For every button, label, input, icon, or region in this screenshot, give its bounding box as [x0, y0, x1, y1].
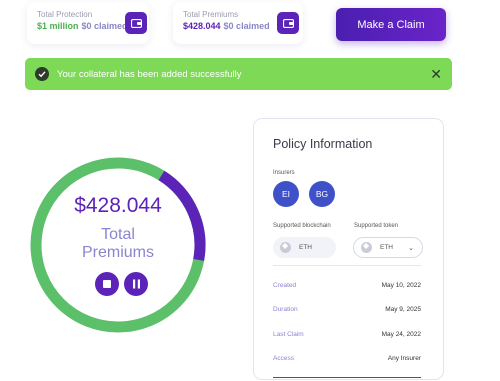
wallet-icon: [277, 12, 299, 34]
insurers-label: Insurers: [273, 170, 295, 176]
token-value: ETH: [380, 244, 393, 251]
token-select[interactable]: ETH ⌄: [353, 237, 423, 258]
policy-information-card: Policy Information Insurers EI BG Suppor…: [253, 118, 444, 380]
ethereum-icon: [361, 241, 372, 253]
insurer-avatar-bg[interactable]: BG: [309, 181, 335, 207]
total-protection-label: Total Protection: [37, 10, 93, 19]
premium-progress-ring: $428.044 Total Premiums: [27, 154, 209, 336]
check-circle-icon: [35, 67, 49, 81]
blockchain-label: Supported blockchain: [273, 223, 331, 229]
premium-label-line2: Premiums: [81, 244, 154, 261]
wallet-icon: [125, 12, 147, 34]
make-claim-button[interactable]: Make a Claim: [336, 8, 446, 41]
last-claim-label: Last Claim: [273, 331, 304, 338]
duration-label: Duration: [273, 306, 298, 313]
total-premiums-card: Total Premiums $428.044 $0 claimed: [173, 2, 303, 44]
access-value: Any Insurer: [387, 355, 421, 362]
last-claim-value: May 24, 2022: [381, 331, 421, 338]
total-protection-claimed: $0 claimed: [81, 21, 128, 31]
alert-message: Your collateral has been added successfu…: [57, 68, 242, 80]
premium-amount: $428.044: [74, 194, 162, 217]
ethereum-icon: [280, 241, 291, 253]
pause-button[interactable]: [124, 272, 148, 296]
total-premiums-value: $428.044: [183, 21, 221, 31]
created-value: May 10, 2022: [381, 282, 421, 289]
premium-label-line1: Total: [101, 226, 135, 243]
stop-button[interactable]: [95, 272, 119, 296]
total-protection-value: $1 million: [37, 21, 79, 31]
access-label: Access: [273, 355, 294, 362]
duration-value: May 9, 2025: [385, 306, 421, 313]
total-protection-values: $1 million $0 claimed: [37, 21, 139, 31]
premium-label: Total Premiums: [27, 226, 209, 262]
policy-title: Policy Information: [273, 137, 373, 151]
token-label: Supported token: [354, 223, 399, 229]
divider: [273, 265, 421, 266]
total-protection-card: Total Protection $1 million $0 claimed: [27, 2, 149, 44]
blockchain-chip: ETH: [273, 237, 336, 258]
total-premiums-claimed: $0 claimed: [223, 21, 270, 31]
blockchain-value: ETH: [299, 244, 312, 251]
close-icon[interactable]: ✕: [430, 67, 442, 81]
insurer-avatar-ei[interactable]: EI: [273, 181, 299, 207]
stop-icon: [103, 280, 111, 288]
created-label: Created: [273, 282, 297, 289]
success-alert: Your collateral has been added successfu…: [25, 58, 452, 90]
bottom-divider: [273, 377, 421, 378]
chevron-down-icon: ⌄: [408, 245, 414, 252]
pause-icon: [132, 279, 140, 289]
